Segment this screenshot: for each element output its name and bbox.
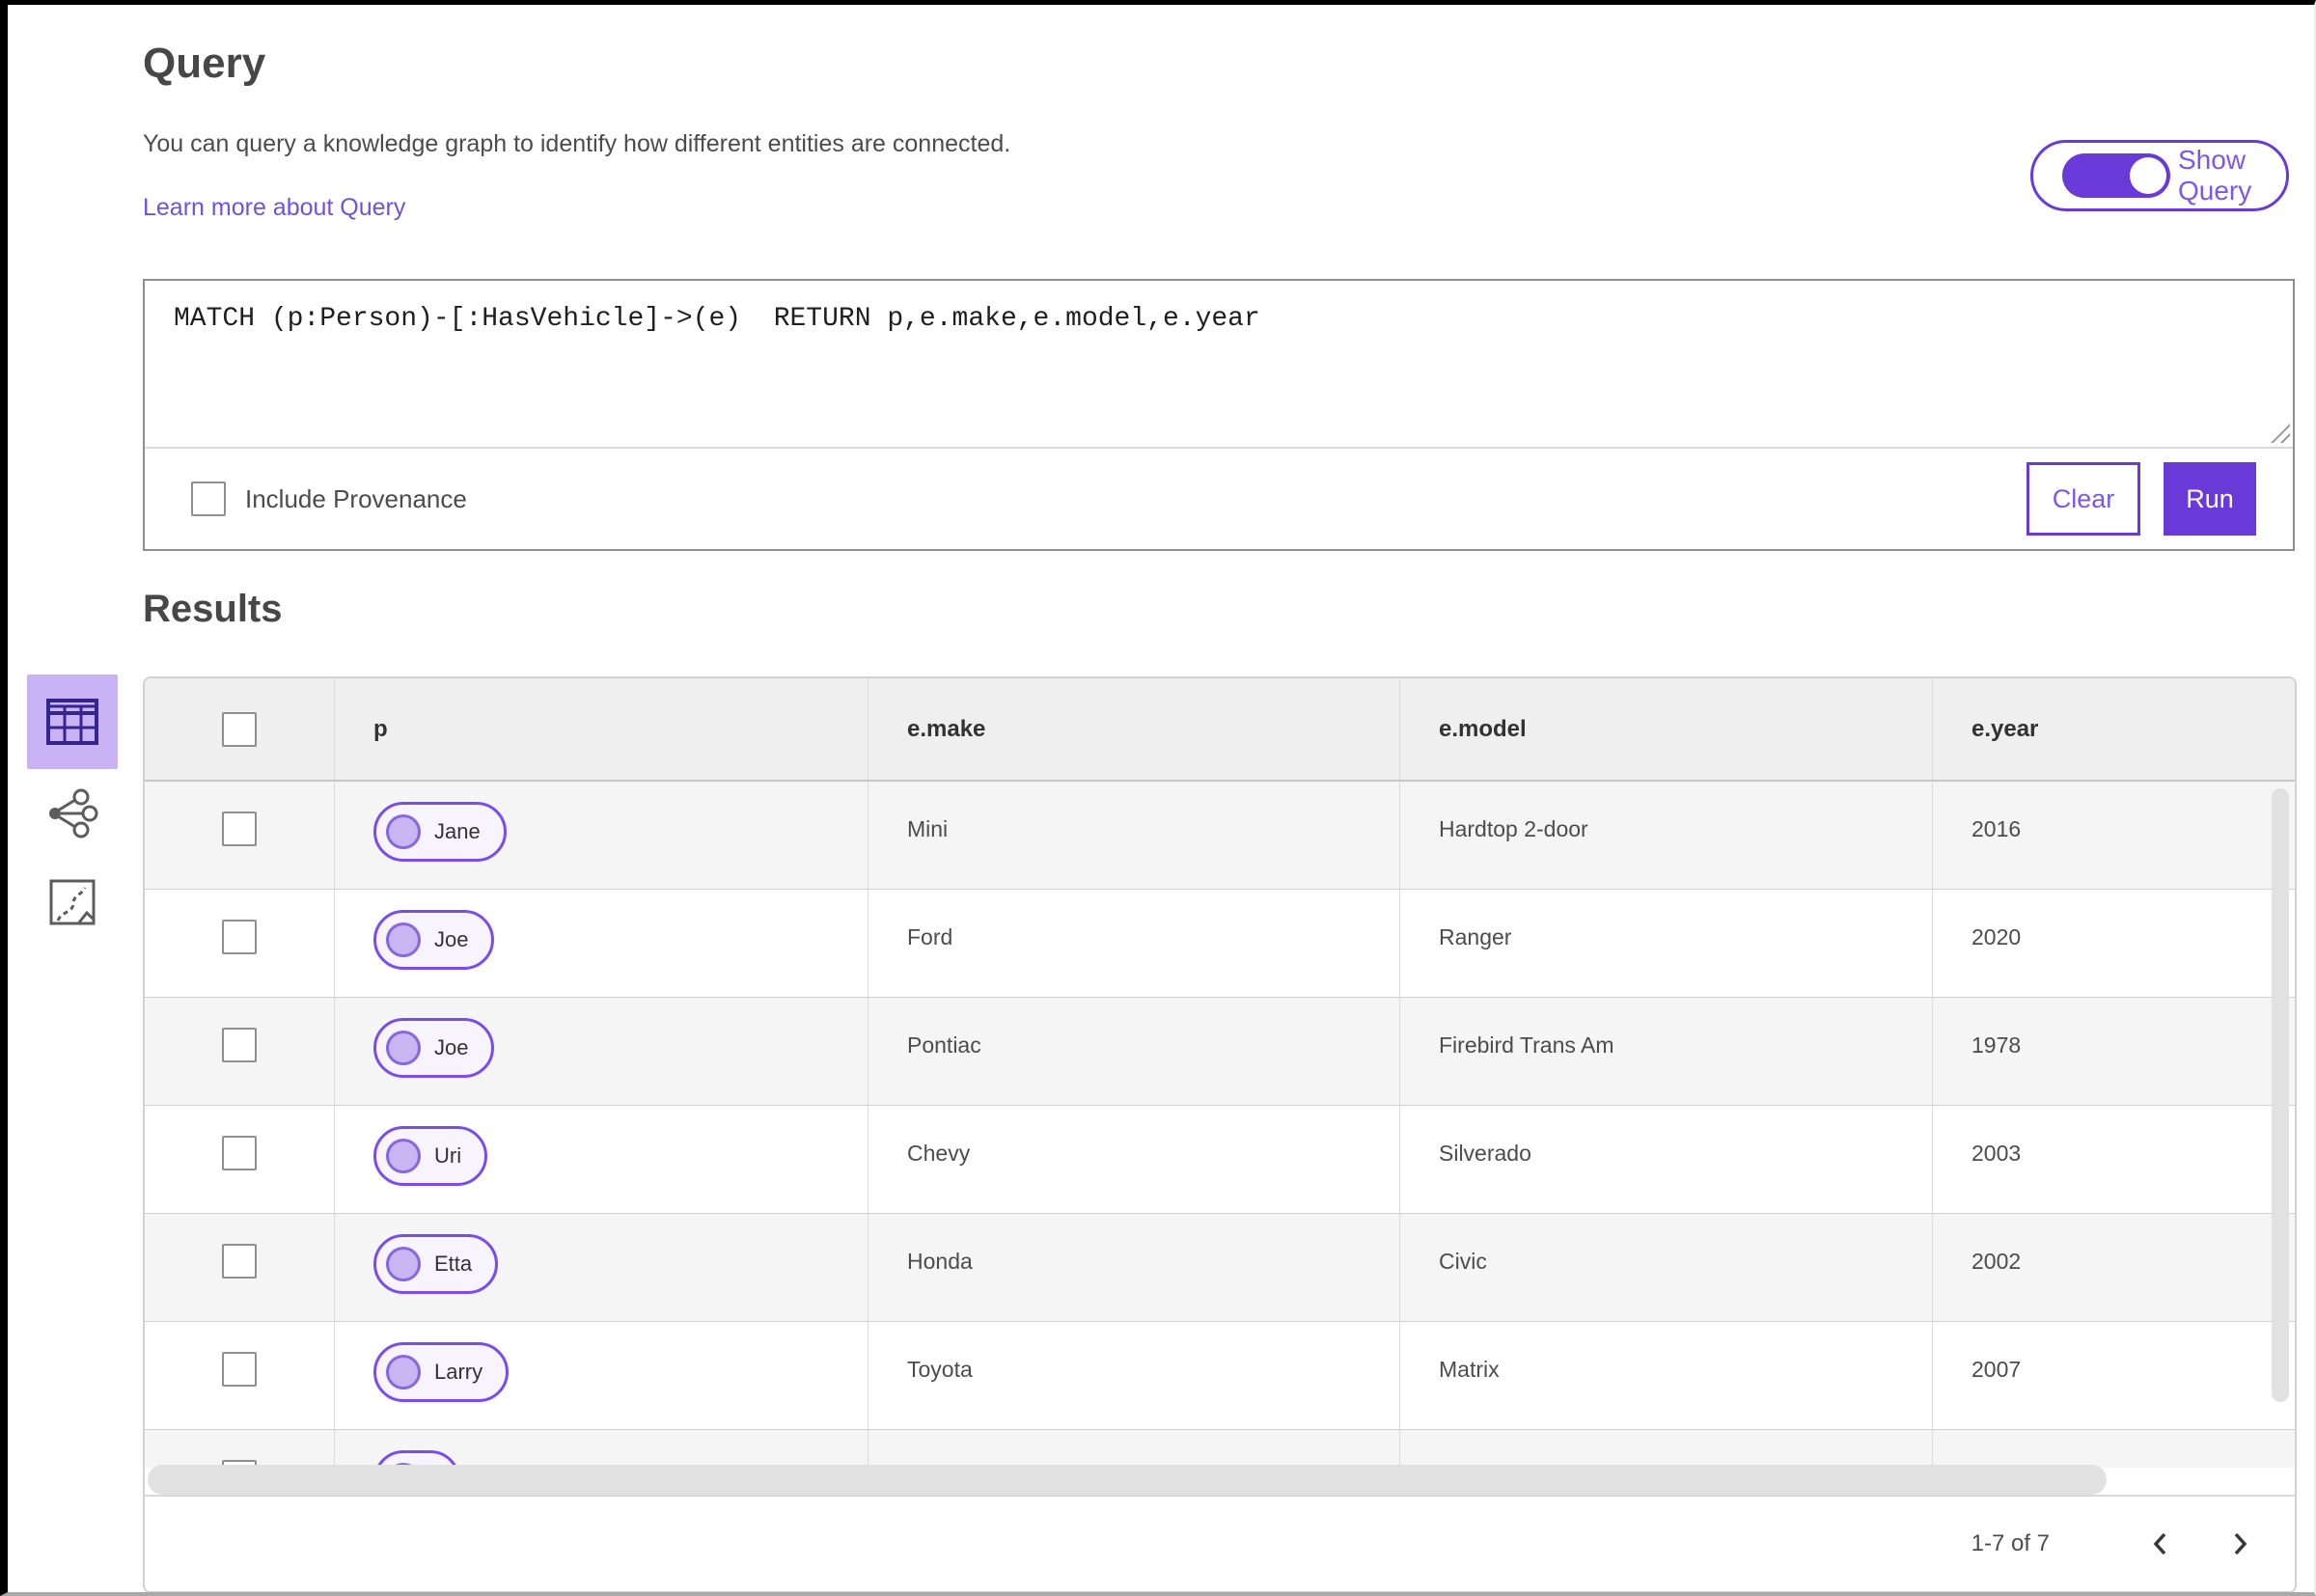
page-description: You can query a knowledge graph to ident… [143,130,1011,157]
entity-node-icon [386,1247,421,1281]
column-header-p[interactable]: p [334,678,868,780]
row-checkbox[interactable] [222,1244,257,1279]
entity-name: Joe [434,1035,469,1059]
cell-model: Silverado [1399,1106,1932,1213]
select-all-checkbox[interactable] [222,711,257,747]
entity-node-icon [386,922,421,957]
horizontal-scrollbar[interactable] [148,1465,2107,1495]
row-checkbox[interactable] [222,812,257,846]
run-button[interactable]: Run [2164,462,2256,536]
column-header-e-make[interactable]: e.make [868,678,1399,780]
toggle-track-icon[interactable] [2062,153,2170,198]
view-switcher-table[interactable] [27,674,118,769]
cell-make: Mini [868,782,1399,889]
view-switcher-map[interactable] [27,862,118,943]
view-switcher-link-chart[interactable] [27,775,118,852]
chevron-right-icon [2234,1532,2247,1555]
cell-make: Chevy [868,1106,1399,1213]
cell-year: 2020 [1932,890,2295,997]
entity-node-icon [386,1031,421,1065]
row-checkbox[interactable] [222,1028,257,1062]
entity-pill[interactable]: Larry [373,1342,510,1402]
cell-year: 2007 [1932,1322,2295,1429]
table-row: Etta Honda Civic 2002 [145,1214,2295,1322]
entity-pill[interactable]: Jane [373,802,507,862]
cell-year: 2003 [1932,1106,2295,1213]
entity-pill[interactable]: Joe [373,910,495,970]
clear-button[interactable]: Clear [2026,462,2140,536]
toggle-knob-icon [2130,157,2166,194]
cell-model [1399,1430,1932,1468]
table-row: Larry Toyota Matrix 2007 [145,1322,2295,1430]
cell-make [868,1430,1399,1468]
cell-make: Pontiac [868,998,1399,1105]
entity-pill[interactable]: Uri [373,1126,488,1186]
cell-year: 2002 [1932,1214,2295,1321]
cell-make: Toyota [868,1322,1399,1429]
entity-node-icon [386,1355,421,1390]
link-chart-view-icon [49,788,98,839]
entity-name: Joe [434,927,469,951]
cell-make: Honda [868,1214,1399,1321]
column-header-e-year[interactable]: e.year [1932,678,2295,780]
map-view-icon [49,879,96,925]
pagination-range-label: 1-7 of 7 [1971,1530,2050,1556]
include-provenance-checkbox[interactable] [191,482,226,516]
vertical-scrollbar[interactable] [2272,788,2289,1402]
query-textarea-wrap: MATCH (p:Person)-[:HasVehicle]->(e) RETU… [145,281,2293,449]
table-row: Joe Ford Ranger 2020 [145,890,2295,998]
entity-name: Jane [434,819,481,843]
app-window: Query You can query a knowledge graph to… [0,0,2316,1596]
table-row-partial [145,1430,2295,1468]
cell-year: 1978 [1932,998,2295,1105]
entity-node-icon [386,814,421,849]
cell-model: Hardtop 2-door [1399,782,1932,889]
table-row: Uri Chevy Silverado 2003 [145,1106,2295,1214]
row-checkbox[interactable] [222,920,257,954]
pagination-next-button[interactable] [2218,1522,2262,1566]
results-title: Results [143,588,283,630]
cell-model: Civic [1399,1214,1932,1321]
table-body: Jane Mini Hardtop 2-door 2016 Joe Ford R… [145,782,2295,1468]
table-view-icon [46,699,98,745]
cell-model: Ranger [1399,890,1932,997]
column-header-e-model[interactable]: e.model [1399,678,1932,780]
table-pagination: 1-7 of 7 [145,1495,2295,1591]
entity-name: Larry [434,1360,483,1384]
chevron-left-icon [2153,1532,2166,1555]
entity-name: Etta [434,1252,473,1276]
table-row: Jane Mini Hardtop 2-door 2016 [145,782,2295,890]
show-query-toggle[interactable]: Show Query [2030,140,2289,211]
table-row: Joe Pontiac Firebird Trans Am 1978 [145,998,2295,1106]
query-editor-panel: MATCH (p:Person)-[:HasVehicle]->(e) RETU… [143,279,2295,551]
table-header-row: p e.make e.model e.year [145,678,2295,782]
row-checkbox[interactable] [222,1352,257,1387]
include-provenance-label: Include Provenance [245,483,467,513]
page-title: Query [143,40,266,87]
pagination-prev-button[interactable] [2138,1522,2183,1566]
entity-pill[interactable]: Etta [373,1234,499,1294]
cell-model: Matrix [1399,1322,1932,1429]
cell-make: Ford [868,890,1399,997]
results-table: p e.make e.model e.year Jane Mini Hardto… [143,676,2297,1592]
cell-year: 2016 [1932,782,2295,889]
entity-node-icon [386,1139,421,1173]
query-input[interactable]: MATCH (p:Person)-[:HasVehicle]->(e) RETU… [145,281,2293,447]
entity-pill[interactable]: Joe [373,1018,495,1078]
row-checkbox[interactable] [222,1136,257,1170]
show-query-label: Show Query [2178,145,2252,206]
header-checkbox-cell [145,678,334,780]
entity-name: Uri [434,1143,462,1168]
query-footer: Include Provenance Clear Run [145,449,2293,549]
cell-year [1932,1430,2295,1468]
learn-more-link[interactable]: Learn more about Query [143,194,405,222]
cell-model: Firebird Trans Am [1399,998,1932,1105]
